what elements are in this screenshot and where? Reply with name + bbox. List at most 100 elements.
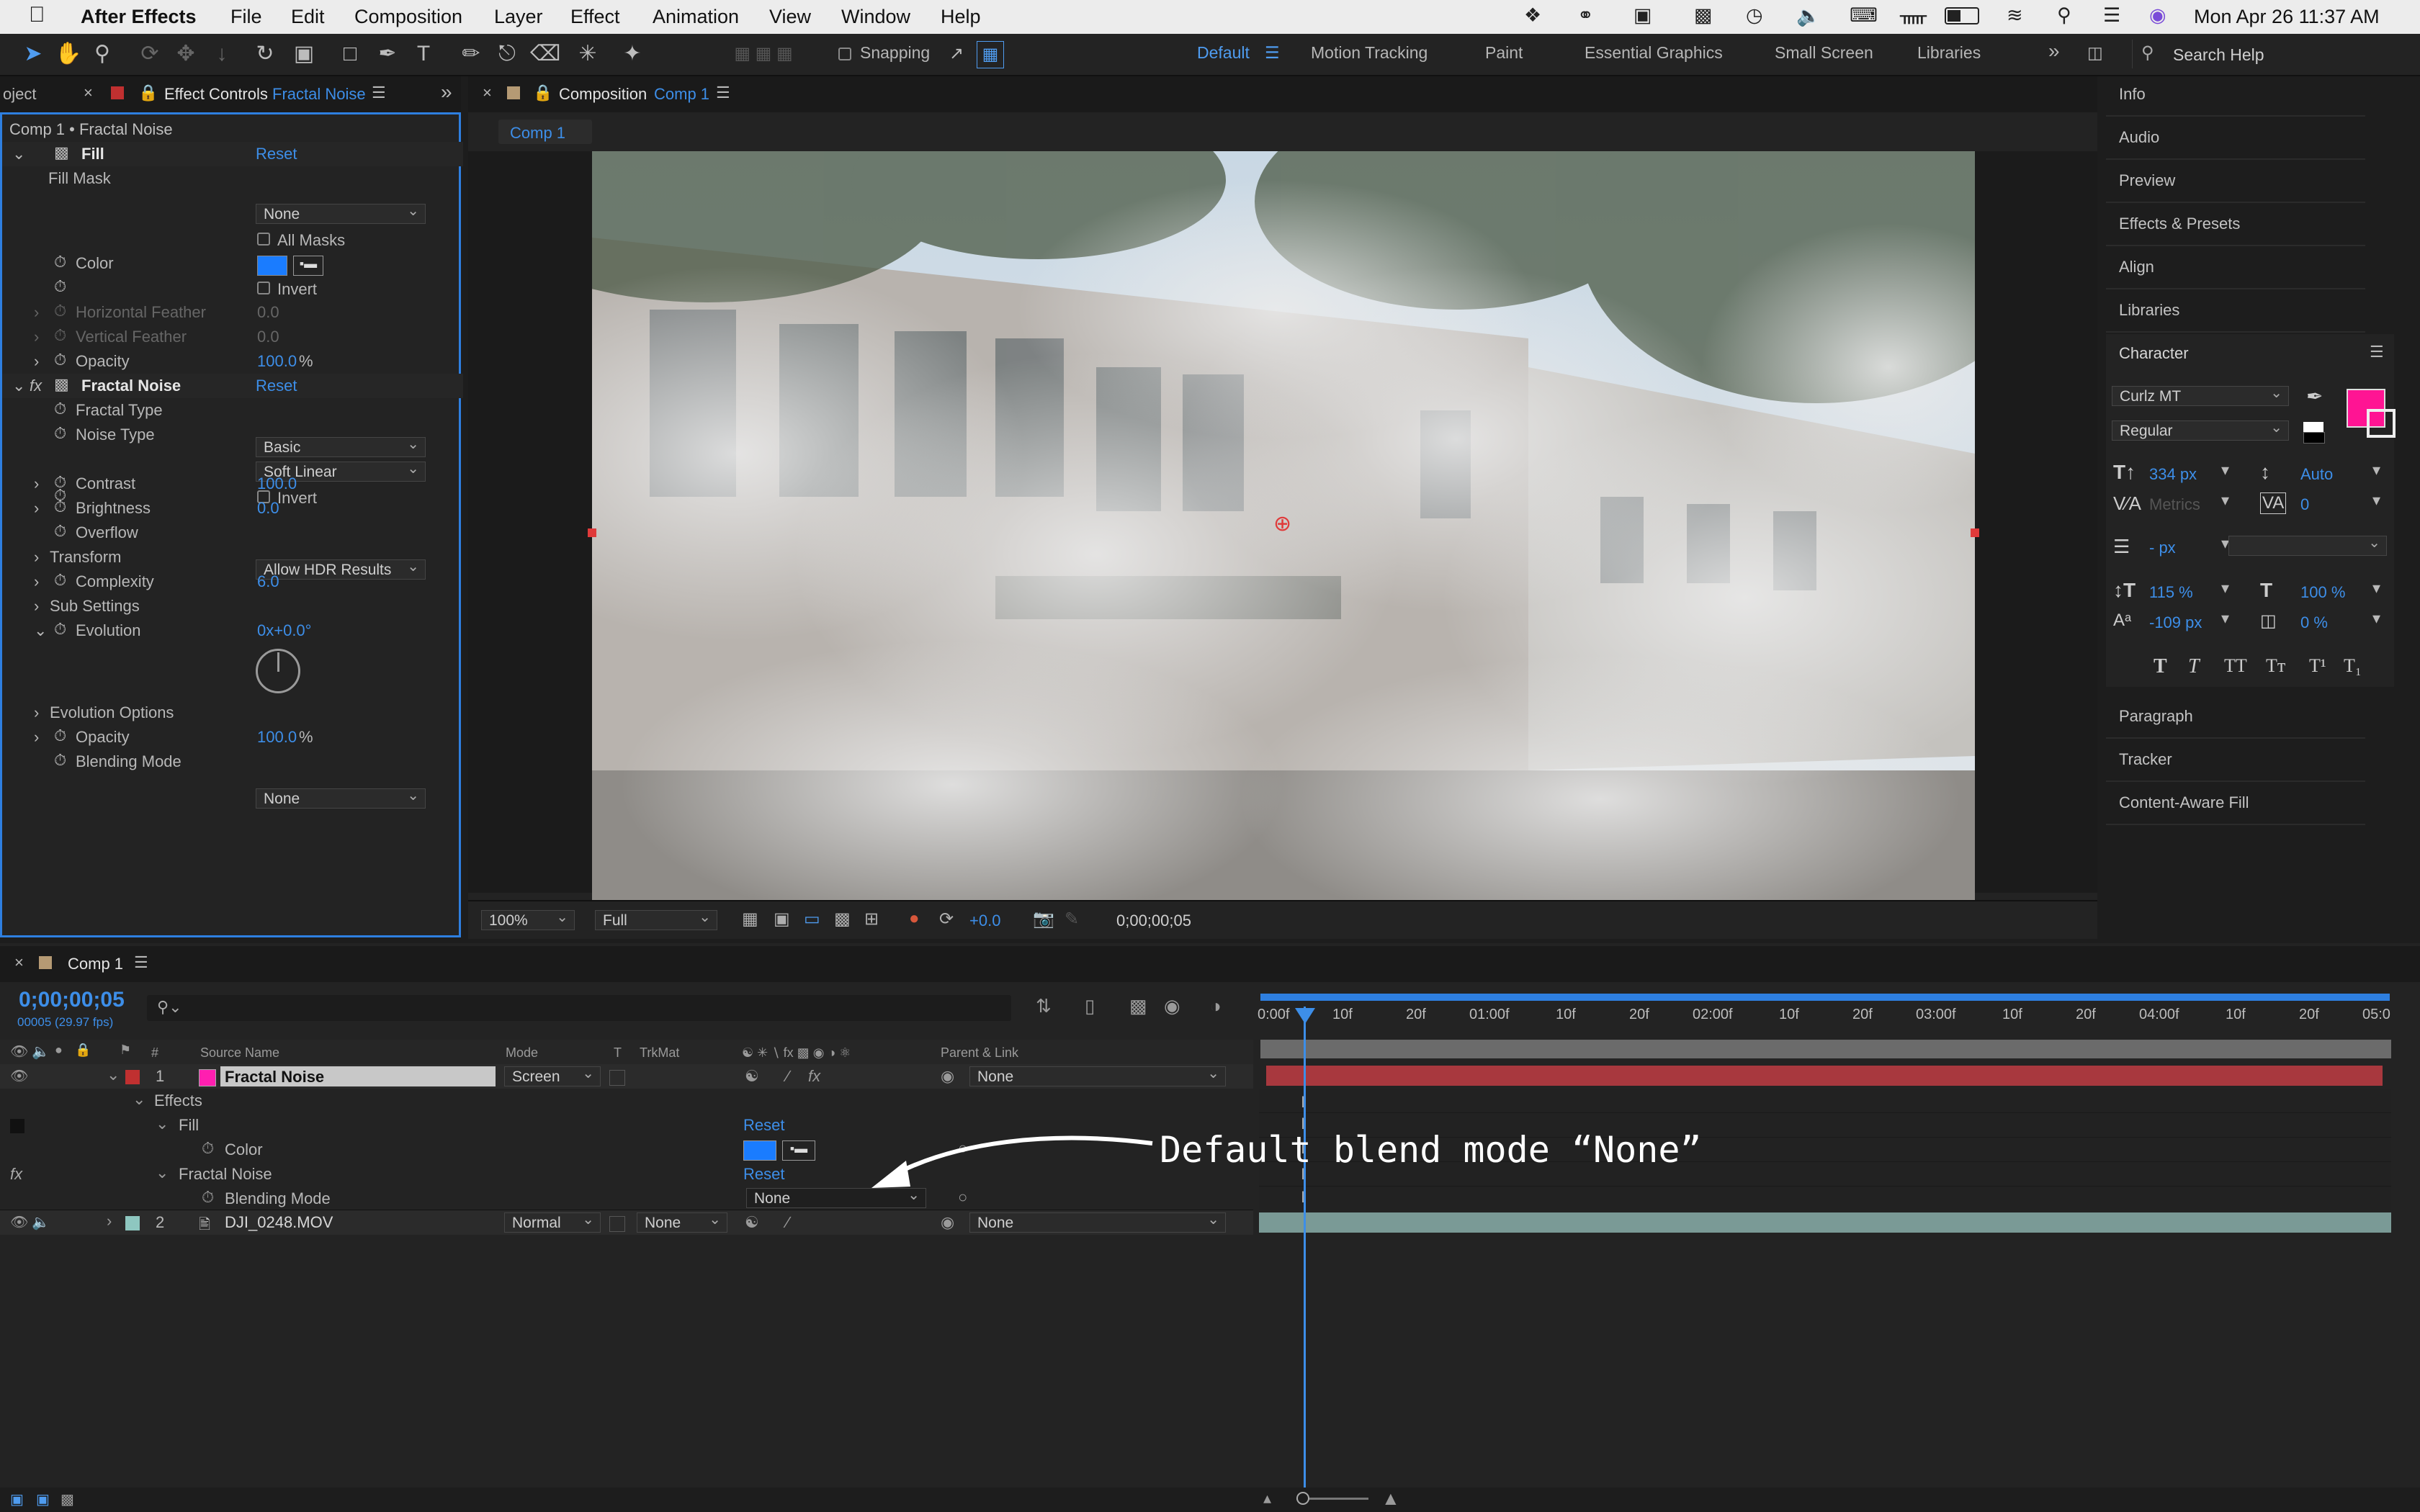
stroke-width-value[interactable]: - px xyxy=(2149,539,2176,557)
hand-tool-icon[interactable]: ✋ xyxy=(55,41,81,67)
fx-icon[interactable]: fx xyxy=(30,377,42,395)
modes-toggle-icon[interactable]: ▣ xyxy=(36,1490,50,1508)
chevron-down-icon[interactable]: ▾ xyxy=(2372,579,2380,598)
panel-expand-icon[interactable]: » xyxy=(441,81,452,104)
current-time-indicator[interactable] xyxy=(1304,1007,1306,1489)
type-tool-icon[interactable]: T xyxy=(411,41,436,67)
lock-icon[interactable]: 🔒 xyxy=(138,84,158,102)
dolly-tool-icon[interactable]: ↓ xyxy=(209,41,235,67)
puppet-tool-icon[interactable]: ✦ xyxy=(619,41,645,67)
timeline-zoom-thumb[interactable] xyxy=(1296,1492,1309,1505)
font-family-dropdown[interactable]: Curlz MT xyxy=(2112,383,2289,406)
work-area-row[interactable] xyxy=(1260,1040,2391,1058)
align-icons[interactable]: ▦ ▦ ▦ xyxy=(720,41,807,67)
workspace-default[interactable]: Default xyxy=(1197,43,1250,63)
leading-value[interactable]: Auto xyxy=(2300,465,2333,484)
all-masks-checkbox[interactable] xyxy=(257,233,270,246)
fractal-noise-effect-reset[interactable]: Reset xyxy=(743,1165,784,1184)
battery-health-icon[interactable]: ▩ xyxy=(1694,4,1713,27)
menu-help[interactable]: Help xyxy=(941,6,981,28)
horizontal-scale-value[interactable]: 100 % xyxy=(2300,583,2345,602)
eyedropper-icon[interactable]: ▪▬ xyxy=(293,256,323,276)
stopwatch-icon[interactable]: ⏱ xyxy=(54,277,66,296)
timeline-fill-color-swatch[interactable] xyxy=(743,1140,776,1161)
timeline-zoom-slider[interactable] xyxy=(1296,1492,1368,1505)
chevron-right-icon[interactable]: › xyxy=(34,548,39,567)
panel-menu-icon[interactable]: ☰ xyxy=(716,84,730,102)
menu-window[interactable]: Window xyxy=(841,6,910,28)
expression-pickwhip-icon[interactable]: ○ xyxy=(958,1188,967,1207)
fractal-opacity-value[interactable]: 100.0 xyxy=(257,728,297,747)
info-panel[interactable]: Info xyxy=(2106,75,2365,117)
selection-tool-icon[interactable]: ➤ xyxy=(20,41,46,67)
layer-1-name-field[interactable]: Fractal Noise xyxy=(220,1066,496,1086)
font-size-value[interactable]: 334 px xyxy=(2149,465,2197,484)
time-machine-icon[interactable]: ◷ xyxy=(1746,4,1763,27)
mask-visibility-icon[interactable]: ▭ xyxy=(804,909,820,930)
frame-blending-icon[interactable]: ◉ xyxy=(1164,995,1180,1017)
chevron-right-icon[interactable]: › xyxy=(34,499,39,518)
time-ruler[interactable] xyxy=(1259,991,2394,1040)
menu-file[interactable]: File xyxy=(230,6,262,28)
contrast-value[interactable]: 100.0 xyxy=(257,474,297,493)
fill-reset-button[interactable]: Reset xyxy=(256,145,297,163)
chevron-down-icon[interactable]: ⌄ xyxy=(12,145,25,163)
layer-handle-left[interactable] xyxy=(588,528,596,537)
resolution-dropdown[interactable]: Full xyxy=(595,907,717,930)
chevron-down-icon[interactable]: ⌄ xyxy=(12,377,25,395)
effect-toggle-icon[interactable]: ▩ xyxy=(54,375,69,394)
lock-icon[interactable]: 🔒 xyxy=(533,84,552,102)
layer-1-track-bar[interactable] xyxy=(1266,1066,2383,1086)
pan-tool-icon[interactable]: ✥ xyxy=(173,41,199,67)
effect-fill-row[interactable]: ⌄ ▩ Fill Reset xyxy=(2,142,463,166)
evolution-angle-dial[interactable] xyxy=(256,649,300,693)
shy-switch-icon[interactable]: ☯ xyxy=(745,1067,759,1086)
fill-effect-row[interactable]: ⌄ Fill Reset xyxy=(0,1113,1253,1138)
timeline-eyedropper-icon[interactable]: ▪▬ xyxy=(782,1140,815,1161)
work-area-bar[interactable] xyxy=(1260,994,2390,1001)
panel-menu-icon[interactable]: ☰ xyxy=(372,84,386,102)
roto-brush-tool-icon[interactable]: ✳ xyxy=(575,41,601,67)
black-swatch[interactable] xyxy=(2303,432,2325,444)
small-caps-button[interactable]: Tт xyxy=(2266,655,2285,677)
tracker-panel[interactable]: Tracker xyxy=(2106,740,2365,782)
chevron-right-icon[interactable]: › xyxy=(34,352,39,371)
search-icon[interactable]: ⚲ xyxy=(2057,4,2071,27)
stopwatch-icon[interactable]: ⏱ xyxy=(202,1188,214,1207)
fill-effect-toggle[interactable] xyxy=(10,1119,24,1133)
chevron-down-icon[interactable]: ⌄ xyxy=(156,1115,169,1133)
creative-cloud-icon[interactable]: ⚭ xyxy=(1577,4,1594,27)
app-name[interactable]: After Effects xyxy=(81,6,197,28)
playhead-handle[interactable] xyxy=(1295,1008,1315,1024)
search-help-field[interactable]: ⚲ Search Help xyxy=(2132,40,2414,68)
fill-mask-dropdown[interactable]: None xyxy=(256,201,426,224)
comp-timecode[interactable]: 0;00;00;05 xyxy=(1116,912,1191,930)
paragraph-panel[interactable]: Paragraph xyxy=(2106,697,2365,739)
complexity-value[interactable]: 6.0 xyxy=(257,572,279,591)
stopwatch-icon[interactable]: ⏱ xyxy=(202,1139,214,1158)
fx-icon[interactable]: fx xyxy=(10,1165,22,1184)
volume-icon[interactable]: 🔈 xyxy=(1796,4,1821,27)
preview-panel[interactable]: Preview xyxy=(2106,161,2365,203)
menu-composition[interactable]: Composition xyxy=(354,6,462,28)
effects-group-row[interactable]: ⌄ Effects xyxy=(0,1089,1253,1113)
shy-switch-icon[interactable]: ☯ xyxy=(745,1213,759,1232)
keyframe-marker-1[interactable]: I xyxy=(1301,1093,1305,1112)
grid-guides-icon[interactable]: ⊞ xyxy=(864,909,879,930)
airplay-icon[interactable]: ▣ xyxy=(1634,4,1652,27)
evolution-value[interactable]: 0x+0.0° xyxy=(257,621,311,640)
chevron-down-icon[interactable]: ▾ xyxy=(2221,579,2229,598)
faux-bold-button[interactable]: T xyxy=(2154,655,2167,678)
motion-blur-icon[interactable]: ◑ xyxy=(1210,995,1222,1017)
fill-color-swatch[interactable] xyxy=(257,256,287,276)
comp-subtab[interactable]: Comp 1 xyxy=(498,120,592,144)
layer-2-mode-dropdown[interactable]: Normal xyxy=(504,1210,601,1233)
layer-switches-toggle-icon[interactable]: ▣ xyxy=(10,1490,24,1508)
layer-row-2[interactable]: 👁 🔈 › 2 🖹 DJI_0248.MOV Normal None ☯ ∕ ◉… xyxy=(0,1210,1253,1235)
menu-animation[interactable]: Animation xyxy=(653,6,739,28)
chevron-down-icon[interactable]: ▾ xyxy=(2372,609,2380,628)
chevron-down-icon[interactable]: ⌄ xyxy=(107,1066,120,1084)
chevron-down-icon[interactable]: ▾ xyxy=(2221,491,2229,510)
render-time-toggle-icon[interactable]: ▩ xyxy=(60,1490,74,1508)
zoom-tool-icon[interactable]: ⚲ xyxy=(89,41,115,67)
